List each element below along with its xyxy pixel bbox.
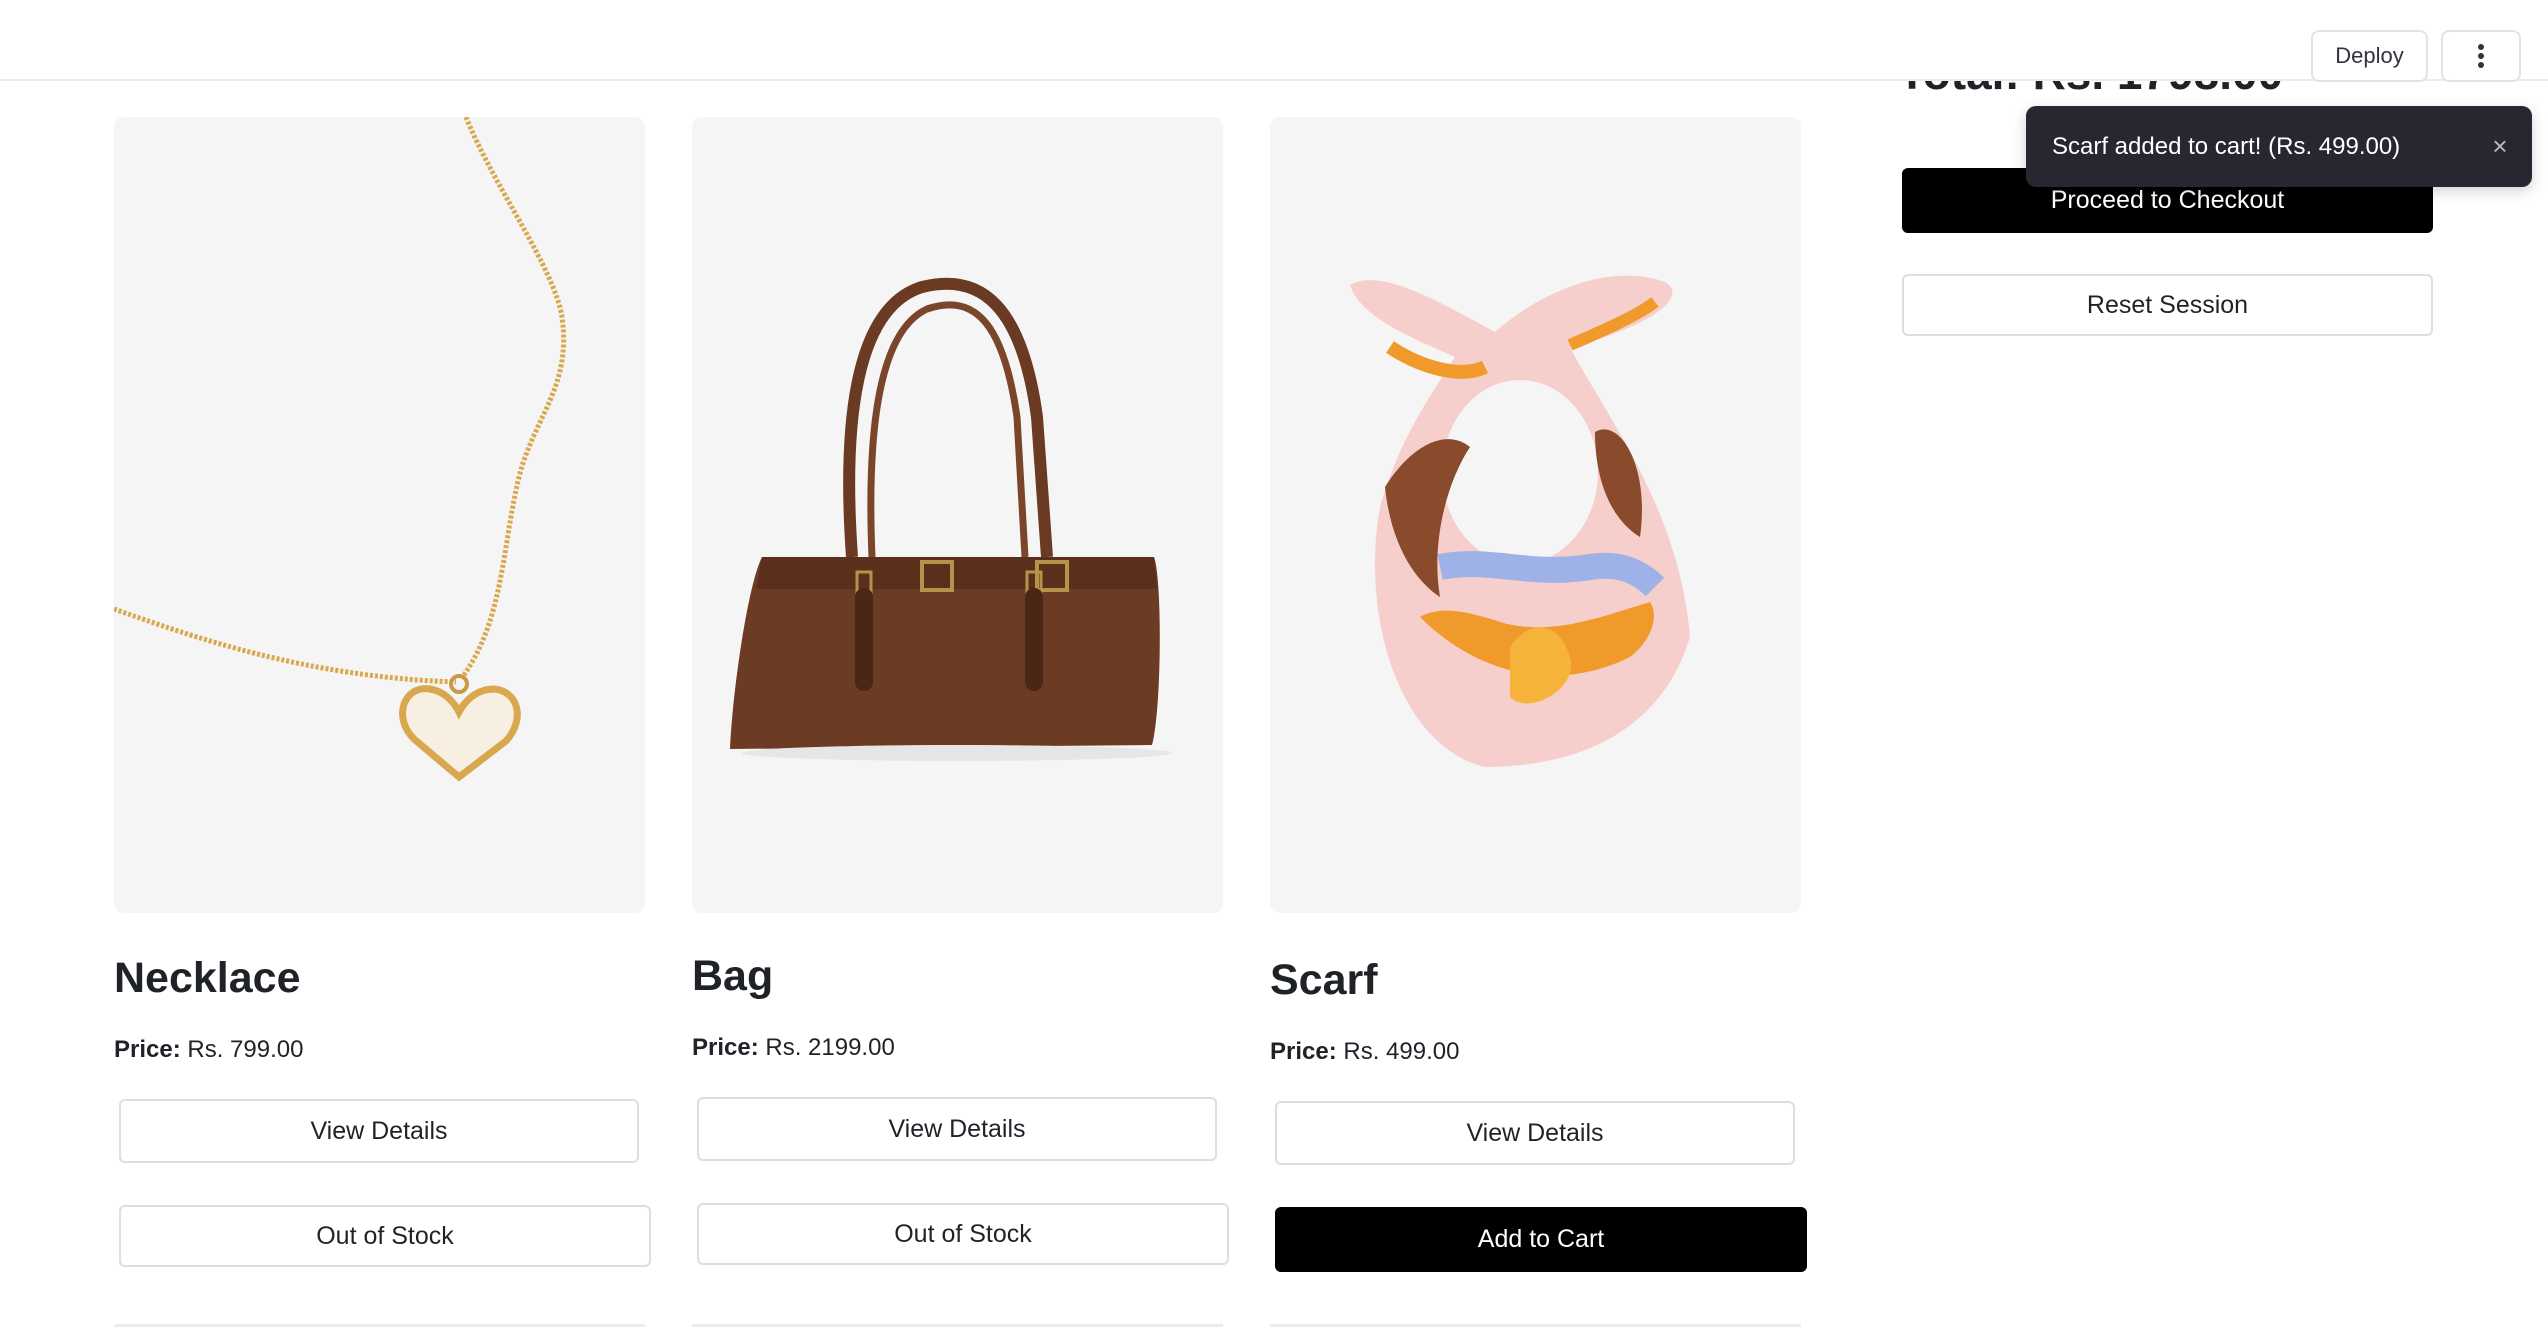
price-value: Rs. 799.00 (187, 1036, 304, 1063)
product-name: Necklace (114, 954, 301, 1002)
price-value: Rs. 2199.00 (765, 1034, 895, 1061)
product-name: Scarf (1270, 956, 1378, 1004)
view-details-button[interactable]: View Details (697, 1097, 1217, 1161)
add-to-cart-button[interactable]: Add to Cart (1275, 1207, 1807, 1272)
deploy-button[interactable]: Deploy (2311, 30, 2428, 82)
vertical-ellipsis-icon (2478, 44, 2484, 68)
price-label: Price: (692, 1034, 759, 1061)
view-details-button[interactable]: View Details (119, 1099, 639, 1163)
price-value: Rs. 499.00 (1343, 1038, 1460, 1065)
reset-session-button[interactable]: Reset Session (1902, 274, 2433, 336)
scarf-image (1270, 117, 1801, 913)
close-icon[interactable]: × (2486, 131, 2514, 161)
toast-notification: Scarf added to cart! (Rs. 499.00) × (2026, 106, 2532, 187)
app-header: Deploy (0, 0, 2548, 82)
price-label: Price: (1270, 1038, 1337, 1065)
out-of-stock-button[interactable]: Out of Stock (119, 1205, 651, 1267)
handbag-image (692, 117, 1223, 913)
product-price: Price: Rs. 799.00 (114, 1036, 303, 1064)
view-details-button[interactable]: View Details (1275, 1101, 1795, 1165)
price-label: Price: (114, 1036, 181, 1063)
necklace-image (114, 117, 645, 913)
out-of-stock-button[interactable]: Out of Stock (697, 1203, 1229, 1265)
product-price: Price: Rs. 2199.00 (692, 1034, 895, 1062)
main-menu-button[interactable] (2441, 30, 2521, 82)
toast-message: Scarf added to cart! (Rs. 499.00) (2052, 132, 2401, 160)
product-name: Bag (692, 952, 774, 1000)
product-price: Price: Rs. 499.00 (1270, 1038, 1459, 1066)
